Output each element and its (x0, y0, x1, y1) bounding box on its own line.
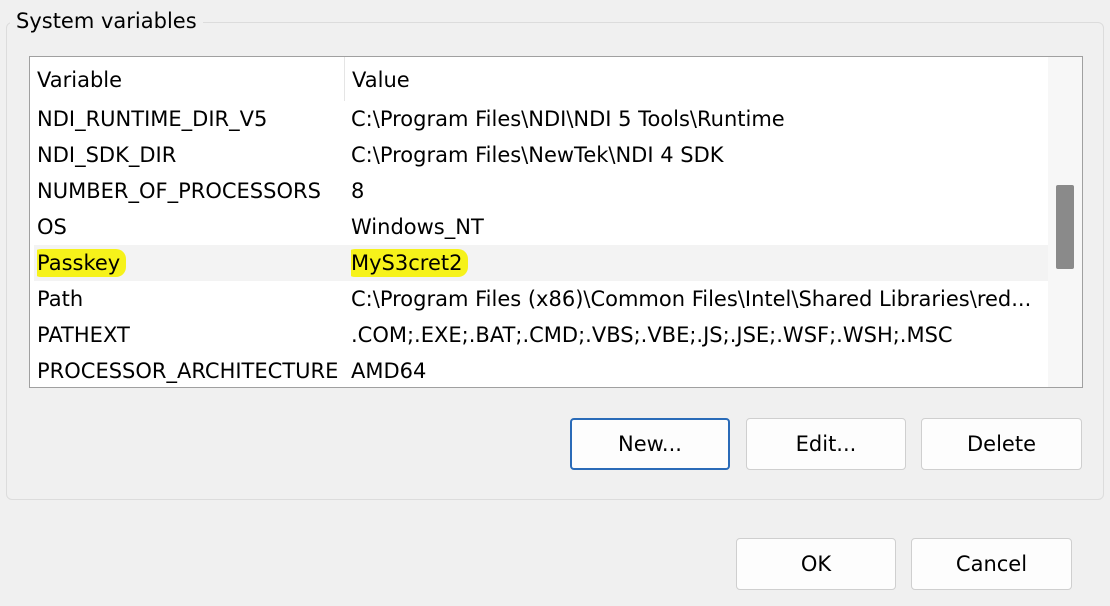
variable-name-cell: NDI_RUNTIME_DIR_V5 (37, 107, 268, 131)
table-row-selected[interactable]: Passkey MyS3cret2 (34, 245, 1048, 281)
variable-value-cell: Windows_NT (351, 215, 484, 239)
variable-value-cell: C:\Program Files\NDI\NDI 5 Tools\Runtime (351, 107, 785, 131)
table-row[interactable]: Path C:\Program Files (x86)\Common Files… (34, 281, 1048, 317)
variable-name-cell: PATHEXT (37, 323, 130, 347)
table-row[interactable]: PROCESSOR_ARCHITECTURE AMD64 (34, 353, 1048, 387)
variable-value-cell: C:\Program Files (x86)\Common Files\Inte… (351, 287, 1032, 311)
delete-variable-button[interactable]: Delete (921, 418, 1082, 470)
table-row[interactable]: NDI_SDK_DIR C:\Program Files\NewTek\NDI … (34, 137, 1048, 173)
variable-value-cell: 8 (351, 179, 365, 203)
ok-button[interactable]: OK (736, 538, 896, 590)
column-header-value[interactable]: Value (344, 57, 1048, 101)
variable-name-cell: Passkey (37, 245, 339, 281)
edit-variable-button[interactable]: Edit... (746, 418, 906, 470)
scrollbar-thumb[interactable] (1056, 185, 1074, 269)
table-row[interactable]: NUMBER_OF_PROCESSORS 8 (34, 173, 1048, 209)
variable-name-cell: NUMBER_OF_PROCESSORS (37, 179, 321, 203)
cancel-button[interactable]: Cancel (911, 538, 1072, 590)
table-row[interactable]: PATHEXT .COM;.EXE;.BAT;.CMD;.VBS;.VBE;.J… (34, 317, 1048, 353)
vertical-scrollbar[interactable] (1048, 57, 1082, 387)
variable-name-cell: Path (37, 287, 84, 311)
new-variable-button[interactable]: New... (570, 418, 730, 470)
variable-value-cell: MyS3cret2 (351, 245, 1045, 281)
variable-name-cell: PROCESSOR_ARCHITECTURE (37, 359, 339, 383)
system-variables-group-title: System variables (10, 6, 203, 36)
list-header: Variable Value (30, 57, 1048, 101)
variable-name-cell: NDI_SDK_DIR (37, 143, 177, 167)
variable-value-cell: C:\Program Files\NewTek\NDI 4 SDK (351, 143, 724, 167)
highlighted-variable-value: MyS3cret2 (351, 249, 469, 277)
variable-name-cell: OS (37, 215, 67, 239)
variable-value-cell: AMD64 (351, 359, 427, 383)
table-row[interactable]: NDI_RUNTIME_DIR_V5 C:\Program Files\NDI\… (34, 101, 1048, 137)
table-row[interactable]: OS Windows_NT (34, 209, 1048, 245)
variable-value-cell: .COM;.EXE;.BAT;.CMD;.VBS;.VBE;.JS;.JSE;.… (351, 323, 953, 347)
system-variables-list[interactable]: Variable Value NDI_RUNTIME_DIR_V5 C:\Pro… (29, 56, 1083, 388)
environment-variables-dialog: System variables Variable Value NDI_RUNT… (0, 0, 1110, 606)
column-header-variable[interactable]: Variable (30, 57, 344, 101)
list-rows: NDI_RUNTIME_DIR_V5 C:\Program Files\NDI\… (34, 101, 1048, 387)
highlighted-variable-name: Passkey (37, 249, 127, 277)
